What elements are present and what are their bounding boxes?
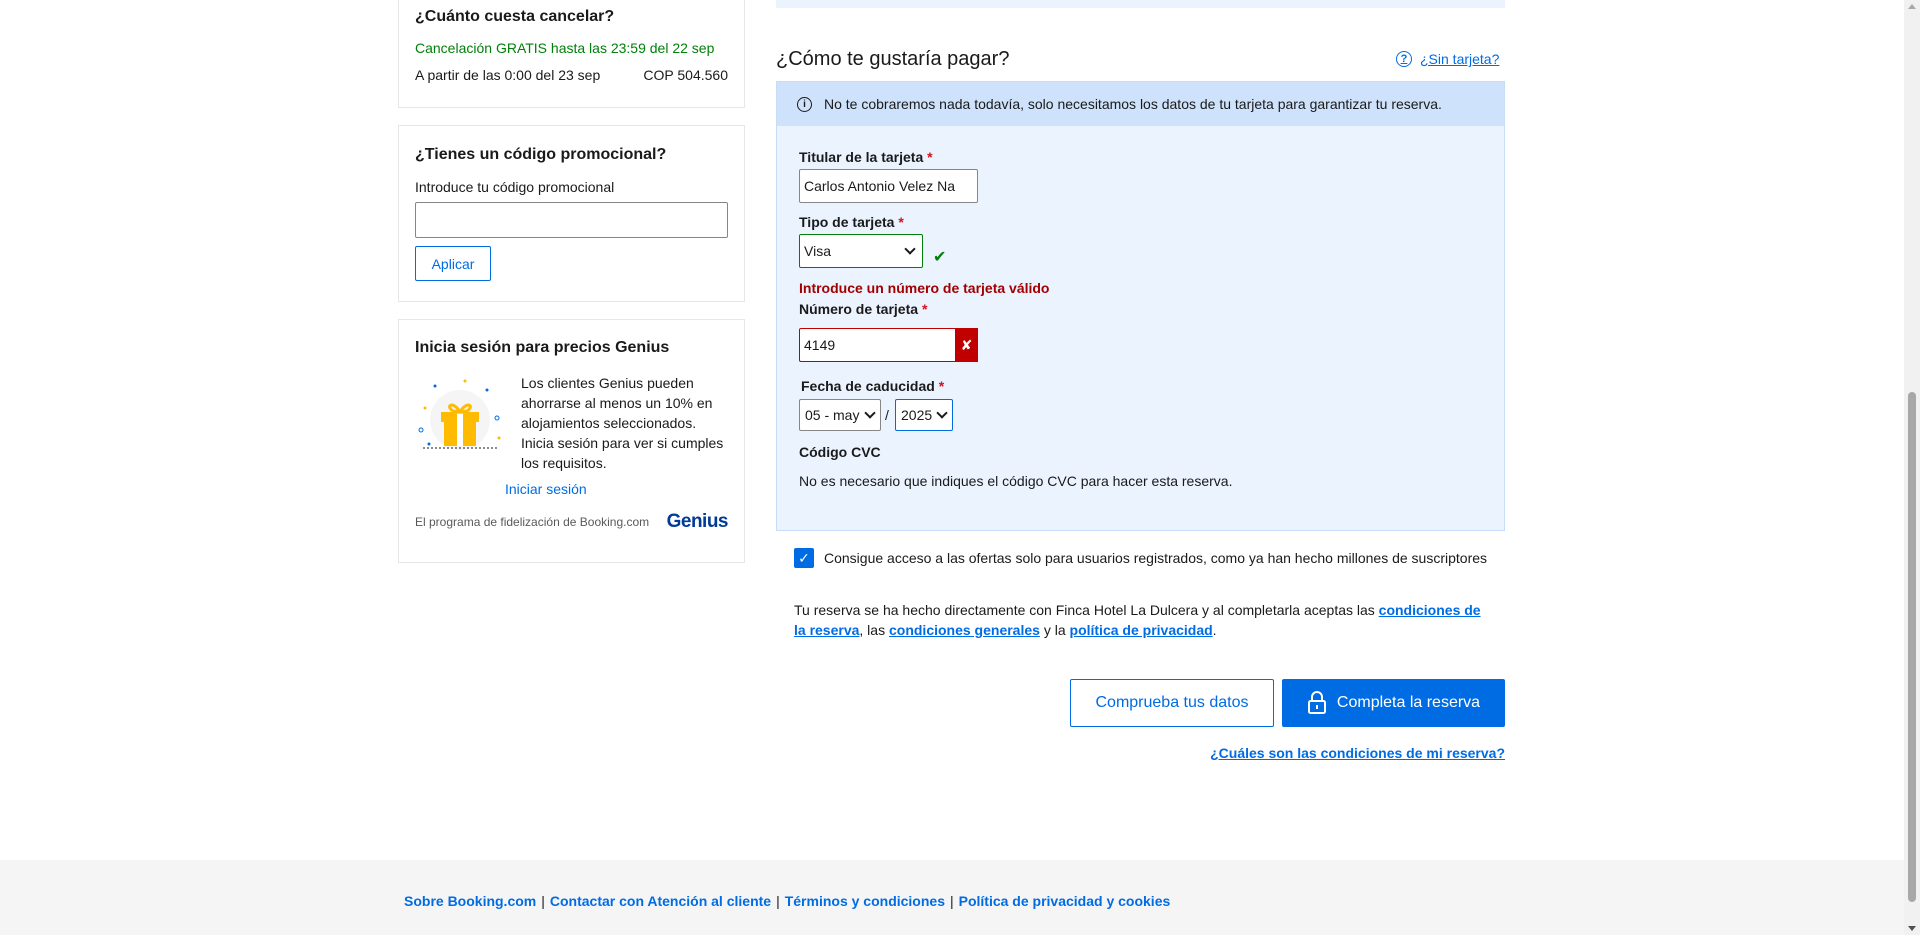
card-number-error: Introduce un número de tarjeta válido: [799, 280, 1050, 296]
required-mark: *: [938, 378, 945, 394]
error-x-icon: ✘: [955, 328, 978, 362]
vertical-scrollbar[interactable]: [1904, 0, 1920, 935]
cancellation-from-text: A partir de las 0:00 del 23 sep: [415, 67, 601, 83]
genius-description: Los clientes Genius pueden ahorrarse al …: [521, 375, 724, 471]
footer-link-about[interactable]: Sobre Booking.com: [404, 893, 536, 909]
notice-text: No te cobraremos nada todavía, solo nece…: [824, 96, 1442, 112]
chevron-down-icon: [936, 407, 948, 419]
card-type-label-text: Tipo de tarjeta: [799, 214, 895, 230]
payment-form: i No te cobraremos nada todavía, solo ne…: [776, 81, 1505, 531]
required-mark: *: [898, 214, 904, 230]
footer: Sobre Booking.com | Contactar con Atención…: [0, 860, 1904, 935]
free-cancellation-text: Cancelación GRATIS hasta las 23:59 del 2…: [415, 40, 715, 56]
promo-code-input[interactable]: [415, 202, 728, 238]
cardholder-input[interactable]: Carlos Antonio Velez Na: [799, 169, 978, 203]
genius-signin-link[interactable]: Iniciar sesión: [505, 481, 731, 497]
apply-promo-button[interactable]: Aplicar: [415, 246, 491, 281]
footer-link-contact[interactable]: Contactar con Atención al cliente: [550, 893, 771, 909]
payment-title: ¿Cómo te gustaría pagar?: [776, 48, 1010, 70]
promo-label: Introduce tu código promocional: [415, 179, 615, 195]
holder-label: Titular de la tarjeta *: [799, 149, 933, 165]
terms-text: Tu reserva se ha hecho directamente con …: [794, 600, 1494, 640]
no-card-link[interactable]: ? ¿Sin tarjeta?: [1396, 51, 1499, 67]
cancellation-card: ¿Cuánto cuesta cancelar? Cancelación GRA…: [398, 0, 745, 108]
required-mark: *: [927, 149, 933, 165]
genius-card: Inicia sesión para precios Genius Los cl…: [398, 319, 745, 563]
card-number-label: Número de tarjeta *: [799, 301, 927, 317]
expiry-separator: /: [885, 407, 889, 423]
terms-part4: .: [1212, 622, 1217, 638]
cvc-text: No es necesario que indiques el código C…: [799, 473, 1233, 489]
payment-notice: i No te cobraremos nada todavía, solo ne…: [777, 82, 1504, 126]
expiry-month-value: 05 - may: [805, 407, 860, 423]
card-type-label: Tipo de tarjeta *: [799, 214, 904, 230]
expiry-year-value: 2025: [901, 407, 933, 423]
cancellation-title: ¿Cuánto cuesta cancelar?: [415, 8, 615, 25]
booking-conditions-question-link[interactable]: ¿Cuáles son las condiciones de mi reserv…: [1210, 745, 1505, 761]
lock-icon: [1307, 691, 1327, 715]
promo-code-card: ¿Tienes un código promocional? Introduce…: [398, 125, 745, 302]
previous-section-strip: [776, 0, 1505, 8]
info-icon: i: [797, 96, 812, 112]
footer-separator: |: [949, 893, 954, 909]
footer-links: Sobre Booking.com | Contactar con Atención…: [404, 893, 1170, 909]
footer-separator: |: [541, 893, 545, 909]
expiry-month-select[interactable]: 05 - may: [799, 399, 881, 431]
complete-booking-label: Completa la reserva: [1336, 694, 1481, 711]
optin-checkbox[interactable]: ✓: [794, 548, 814, 568]
check-details-button[interactable]: Comprueba tus datos: [1070, 679, 1274, 727]
checkmark-icon: ✔: [933, 249, 947, 266]
complete-booking-button[interactable]: Completa la reserva: [1282, 679, 1505, 727]
footer-link-privacy[interactable]: Política de privacidad y cookies: [959, 893, 1171, 909]
cvc-label: Código CVC: [799, 444, 881, 460]
scrollbar-thumb[interactable]: [1908, 392, 1916, 902]
question-icon: ?: [1396, 51, 1412, 67]
terms-part1: Tu reserva se ha hecho directamente con …: [794, 602, 1379, 618]
cancellation-amount: COP 504.560: [643, 67, 728, 83]
genius-logo: Genius: [666, 511, 729, 532]
general-conditions-link[interactable]: condiciones generales: [889, 622, 1040, 638]
card-number-value: 4149: [804, 337, 836, 353]
terms-part2: , las: [859, 622, 889, 638]
privacy-policy-link[interactable]: política de privacidad: [1070, 622, 1213, 638]
optin-label: Consigue acceso a las ofertas solo para …: [824, 550, 1488, 566]
no-card-label: ¿Sin tarjeta?: [1420, 51, 1500, 67]
optin-row[interactable]: ✓ Consigue acceso a las ofertas solo par…: [794, 548, 1487, 568]
holder-label-text: Titular de la tarjeta: [799, 149, 924, 165]
required-mark: *: [921, 301, 928, 317]
cancellation-fee-row: A partir de las 0:00 del 23 sep COP 504.…: [415, 67, 728, 83]
card-type-value: Visa: [804, 243, 831, 259]
promo-title: ¿Tienes un código promocional?: [415, 146, 667, 163]
scroll-up-icon[interactable]: [1908, 4, 1916, 9]
card-type-select[interactable]: Visa: [799, 234, 923, 268]
genius-title: Inicia sesión para precios Genius: [415, 339, 670, 356]
footer-separator: |: [776, 893, 780, 909]
expiry-year-select[interactable]: 2025: [895, 399, 953, 431]
gift-icon: [415, 378, 505, 458]
chevron-down-icon: [864, 407, 876, 419]
terms-part3: y la: [1039, 622, 1070, 638]
footer-link-terms[interactable]: Términos y condiciones: [785, 893, 945, 909]
genius-program-text: El programa de fidelización de Booking.c…: [415, 515, 650, 529]
scroll-down-icon[interactable]: [1908, 926, 1916, 931]
chevron-down-icon: [904, 243, 916, 255]
card-number-label-text: Número de tarjeta: [799, 301, 919, 317]
expiry-label-text: Fecha de caducidad: [801, 378, 935, 394]
expiry-label: Fecha de caducidad *: [801, 378, 944, 394]
card-number-input[interactable]: 4149 ✘: [799, 328, 978, 362]
